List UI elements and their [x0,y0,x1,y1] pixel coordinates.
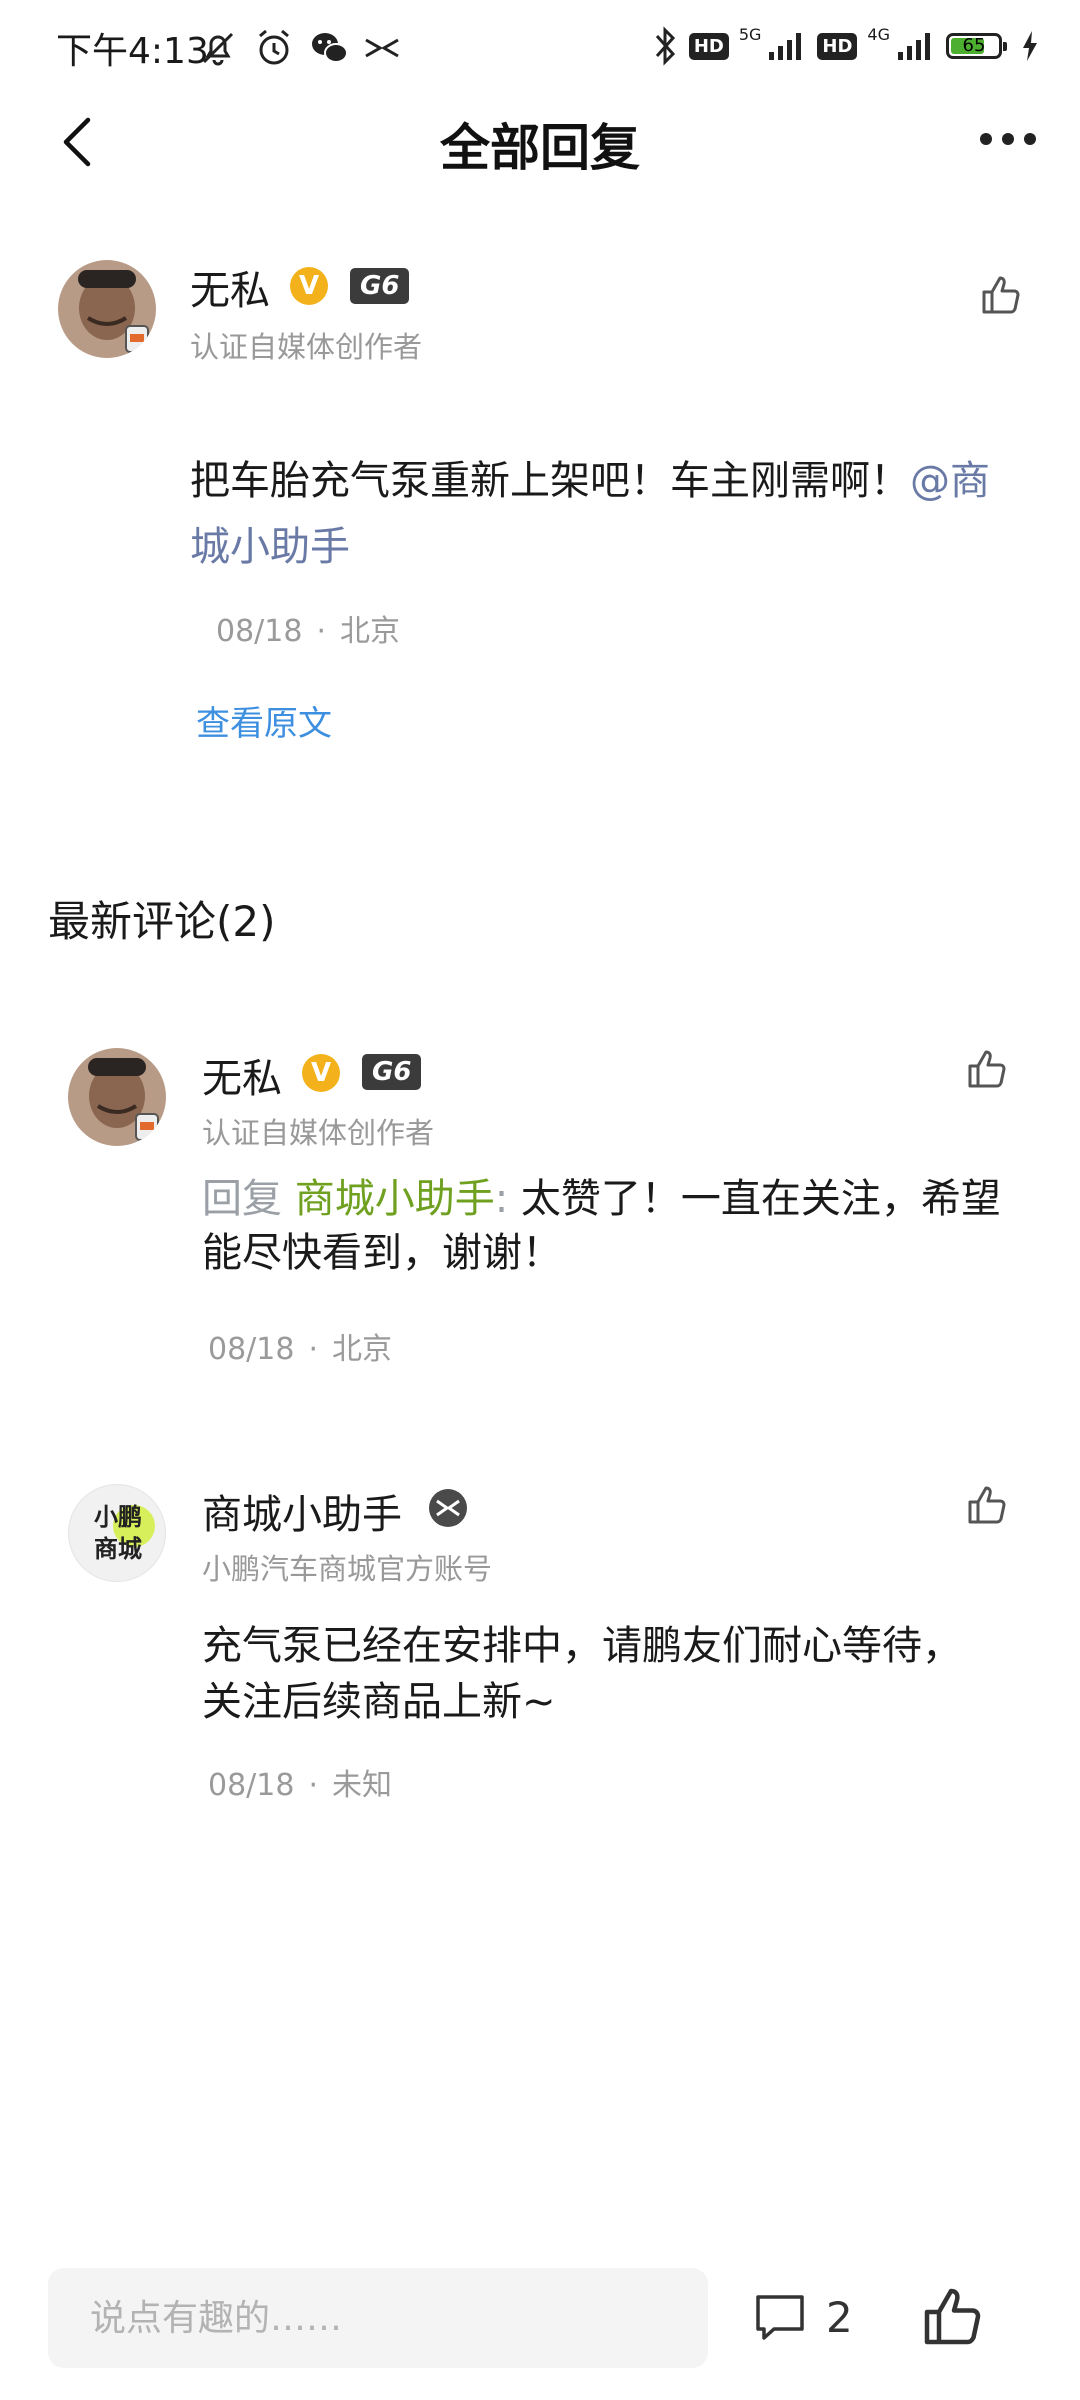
status-right: HD 5G HD 4G 65 [651,18,1040,74]
battery-icon: 65 [946,33,1007,59]
comment-location: 未知 [332,1768,393,1803]
alarm-icon [259,29,289,65]
comment-author-subtitle: 认证自媒体创作者 [202,1116,435,1150]
xpeng-icon [365,38,399,58]
reply-colon: : [494,1176,521,1222]
view-original-link[interactable]: 查看原文 [196,696,332,745]
post-content: 把车胎充气泵重新上架吧！车主刚需啊！@商城小助手 [190,448,1020,580]
network-4g-label: 4G [867,24,890,44]
comment-location: 北京 [332,1332,393,1367]
comment-date: 08/18 [208,1768,295,1803]
comment-content: 充气泵已经在安排中，请鹏友们耐心等待，关注后续商品上新~ [202,1618,992,1730]
comment-author-name[interactable]: 商城小助手 [202,1482,402,1540]
comment-author-subtitle: 小鹏汽车商城官方账号 [202,1552,493,1586]
like-icon[interactable] [918,2282,984,2348]
mall-avatar-text: 小鹏商城 [94,1503,142,1563]
comment-meta: 08/18 · 未知 [208,1760,392,1804]
comments-button[interactable]: 2 [752,2282,853,2352]
comment-avatar[interactable] [68,1048,166,1146]
meta-separator: · [308,1332,319,1367]
post-like-icon[interactable] [978,272,1022,316]
verified-icon: V [290,267,328,305]
signal-icon [769,33,802,60]
comment-content: 回复 商城小助手: 太赞了！一直在关注，希望能尽快看到，谢谢！ [202,1172,1012,1280]
reply-label: 回复 [202,1176,295,1222]
hd-badge-2: HD [817,32,858,60]
comment-input-box[interactable] [48,2268,708,2368]
comment-avatar-mall[interactable]: 小鹏商城 [68,1484,166,1582]
comment-like-icon[interactable] [964,1046,1008,1090]
more-options-icon[interactable] [978,128,1038,150]
mute-icon [202,32,234,66]
comment-date: 08/18 [208,1332,295,1367]
verified-icon: V [302,1054,340,1092]
post-author-avatar[interactable] [58,260,156,358]
network-5g-label: 5G [738,24,762,44]
comment-input[interactable] [48,2268,708,2368]
comment-author-name[interactable]: 无私 [202,1046,282,1104]
bluetooth-icon [655,26,675,66]
comment-count: 2 [826,2292,853,2342]
signal-icon-2 [898,33,930,60]
post-author-subtitle: 认证自媒体创作者 [190,330,423,364]
status-time: 下午4:13 [56,31,209,72]
comment-meta: 08/18 · 北京 [208,1324,392,1368]
meta-separator: · [316,614,327,649]
post-date: 08/18 [216,614,303,649]
status-bar: 下午4:13 HD 5G HD 4G 65 [0,0,1080,96]
battery-level: 65 [962,35,986,56]
charging-icon [1023,31,1037,61]
wechat-icon [312,33,348,63]
comment-icon [756,2295,804,2340]
post-meta: 08/18 · 北京 [216,606,400,650]
meta-separator: · [308,1768,319,1803]
grade-badge: G6 [362,1054,422,1090]
post-location: 北京 [340,614,401,649]
reply-target-link[interactable]: 商城小助手 [295,1176,495,1222]
page-title: 全部回复 [440,119,640,177]
hd-badge: HD [688,32,729,60]
comment-text: 充气泵已经在安排中，请鹏友们耐心等待，关注后续商品上新~ [202,1623,962,1725]
post-author-name[interactable]: 无私 [190,258,270,316]
post-text: 把车胎充气泵重新上架吧！车主刚需啊！ [190,458,910,504]
comment-like-icon[interactable] [964,1482,1008,1526]
official-xpeng-icon [429,1489,467,1527]
grade-badge: G6 [350,268,410,304]
comments-section-title: 最新评论(2) [48,897,276,946]
